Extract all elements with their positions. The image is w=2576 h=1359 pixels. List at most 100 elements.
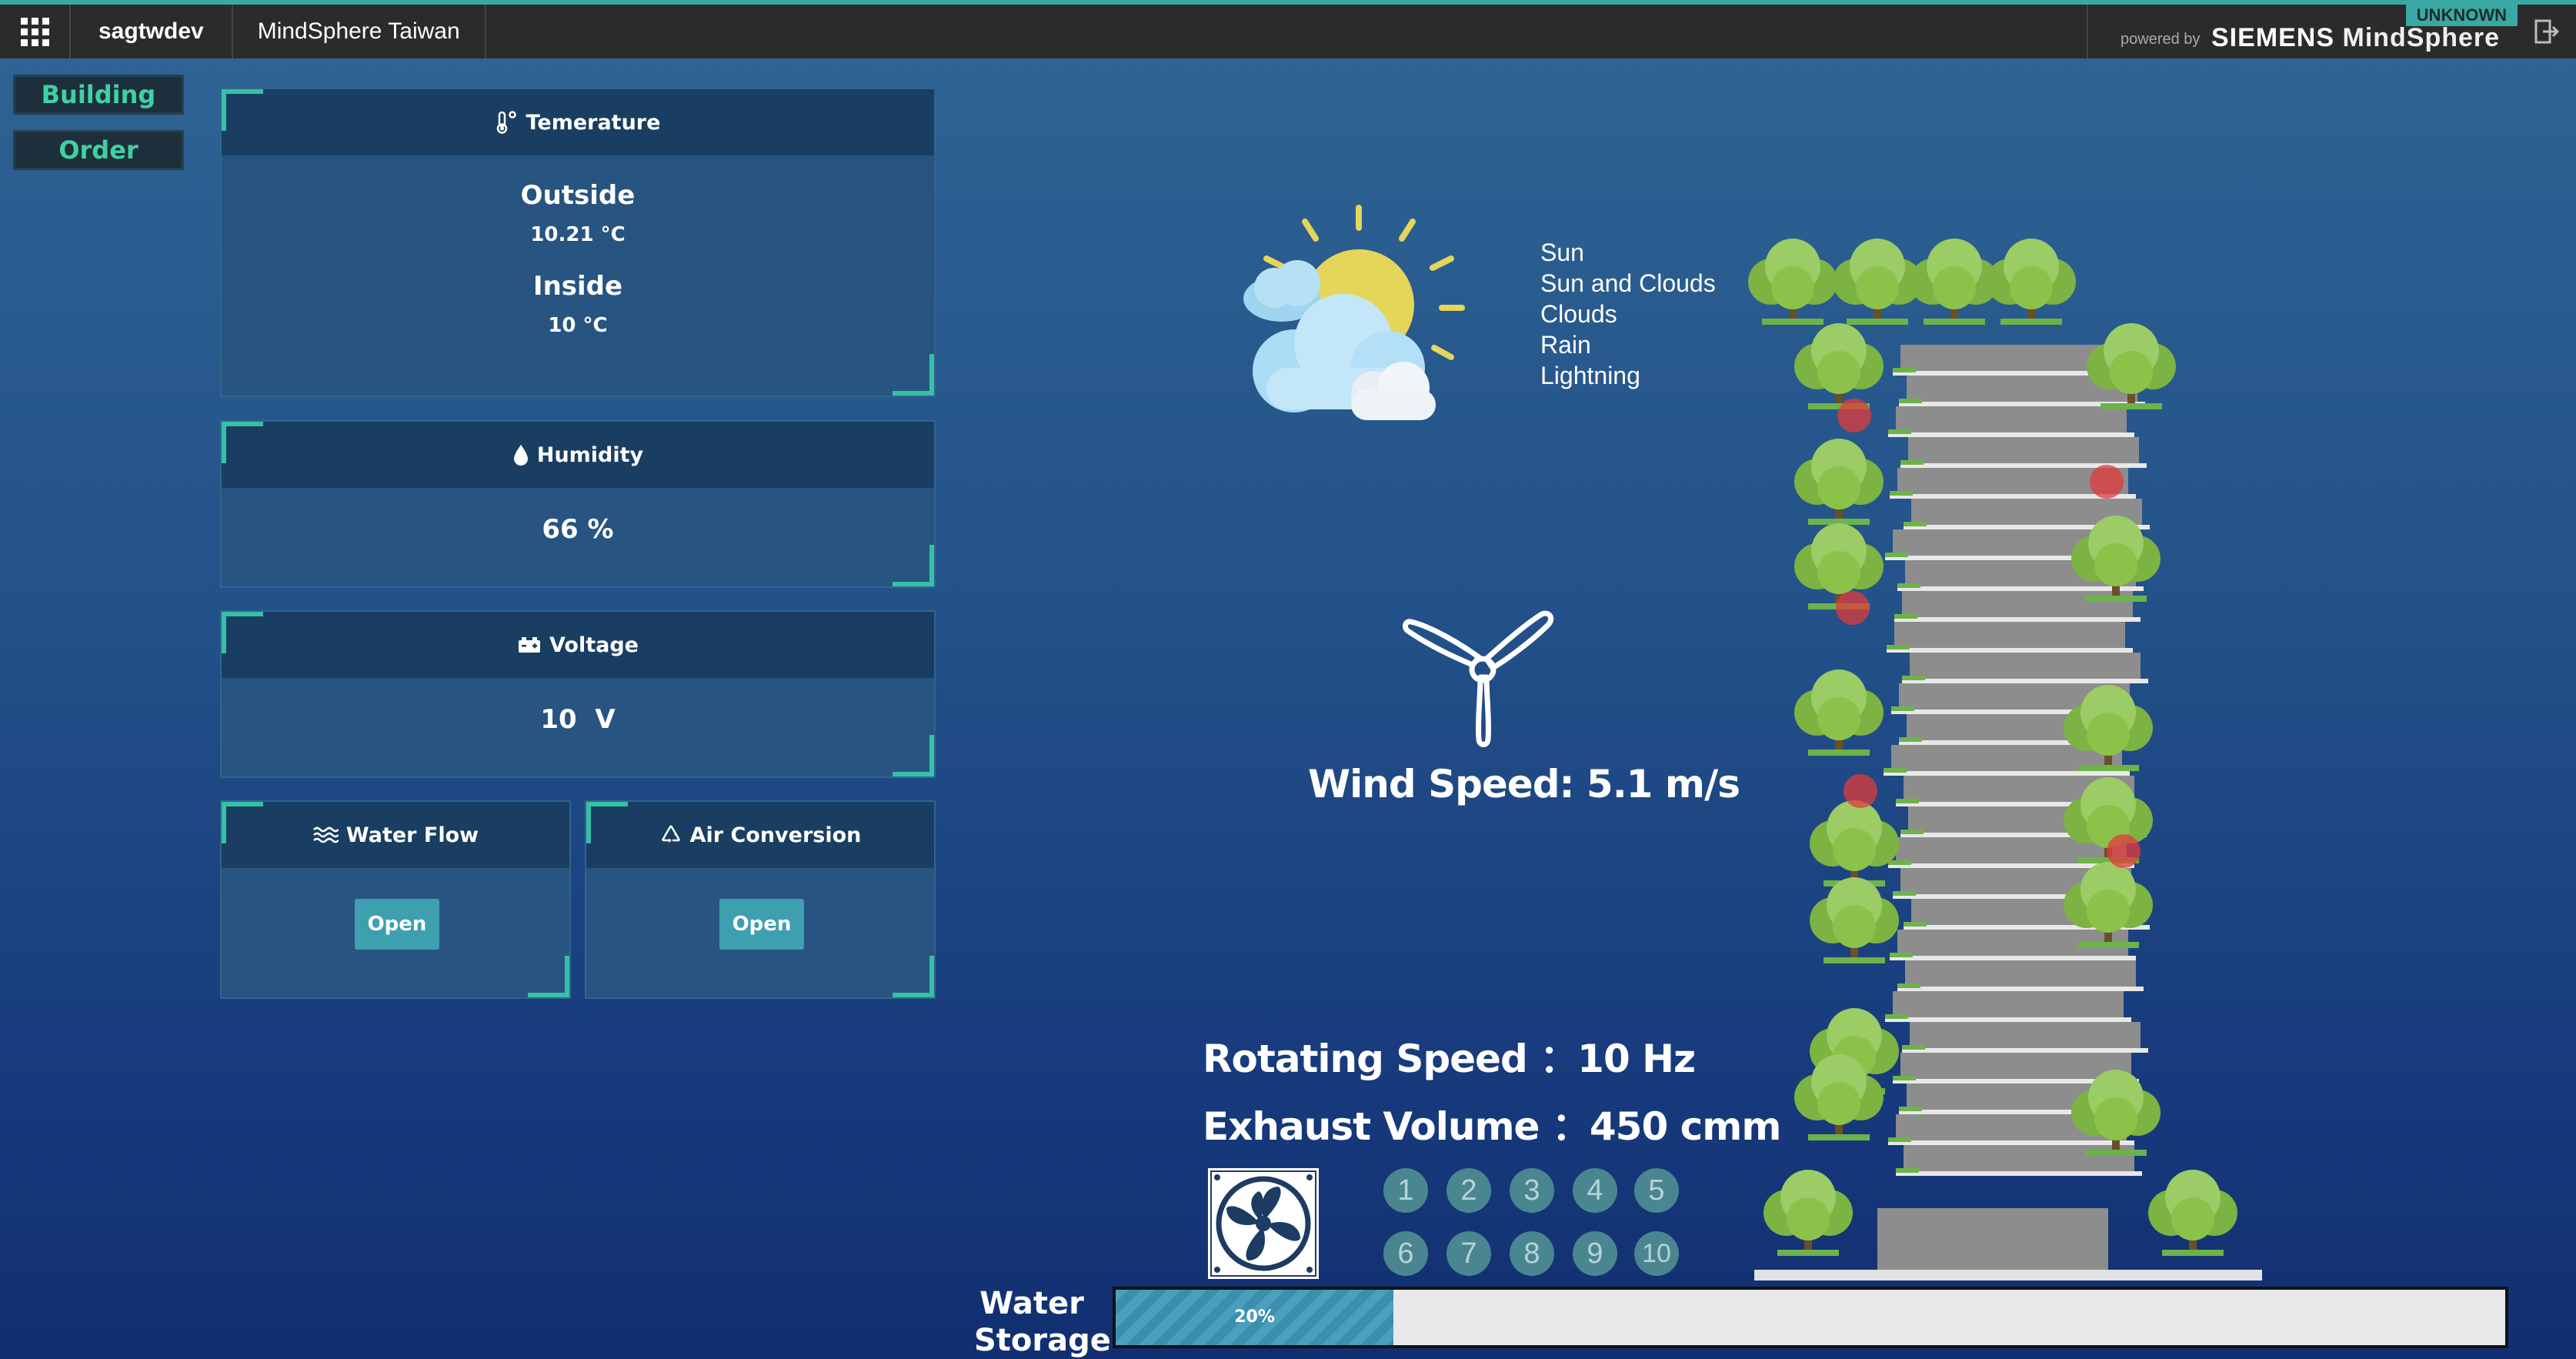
tree-grass bbox=[1777, 1250, 1839, 1256]
building-floor bbox=[1900, 1053, 2131, 1079]
tree-grass bbox=[2085, 1150, 2147, 1156]
tree-foliage bbox=[1817, 697, 1860, 740]
building-floor-grass bbox=[1904, 922, 1927, 927]
water-flow-open-button[interactable]: Open bbox=[355, 899, 439, 950]
voltage-card: Voltage 10 V bbox=[220, 610, 936, 778]
building-floor-grass bbox=[1896, 799, 1919, 803]
card-corner-decoration bbox=[893, 545, 934, 586]
thermometer-icon bbox=[496, 111, 516, 134]
building-floor-grass bbox=[1890, 953, 1913, 957]
brand-product: MindSphere bbox=[2342, 23, 2501, 52]
fan-level-2-button[interactable]: 2 bbox=[1446, 1168, 1491, 1213]
weather-option-clouds[interactable]: Clouds bbox=[1540, 299, 1716, 329]
weather-option-sun-and-clouds[interactable]: Sun and Clouds bbox=[1540, 268, 1716, 299]
humidity-value: 66 % bbox=[542, 514, 614, 545]
app-name[interactable]: MindSphere Taiwan bbox=[233, 5, 486, 58]
tree-grass bbox=[2101, 403, 2162, 409]
water-storage-progress-bar: 20% bbox=[1113, 1287, 2508, 1348]
building-floor bbox=[1905, 960, 2136, 987]
tree-foliage bbox=[2094, 543, 2137, 586]
weather-options-list: Sun Sun and Clouds Clouds Rain Lightning bbox=[1540, 237, 1716, 391]
tree-grass bbox=[2162, 1250, 2224, 1256]
tree-grass bbox=[2000, 319, 2062, 325]
fan-level-4-button[interactable]: 4 bbox=[1573, 1168, 1617, 1213]
fan-level-5-button[interactable]: 5 bbox=[1634, 1168, 1679, 1213]
tree-foliage bbox=[2171, 1197, 2214, 1240]
building-floor-grass bbox=[1899, 1107, 1922, 1111]
building-floor-grass bbox=[1894, 614, 1917, 619]
building-floor-grass bbox=[1885, 553, 1908, 557]
water-flow-title: Water Flow bbox=[345, 823, 479, 847]
building-floor-grass bbox=[1902, 1045, 1925, 1050]
tree-foliage bbox=[1933, 266, 1976, 309]
card-corner-decoration bbox=[893, 735, 934, 776]
tree-foliage bbox=[1817, 466, 1860, 509]
air-conversion-card: Air Conversion Open bbox=[585, 800, 936, 999]
building-floor-grass bbox=[1888, 860, 1911, 865]
tree-foliage bbox=[1833, 828, 1876, 871]
weather-option-lightning[interactable]: Lightning bbox=[1540, 360, 1716, 391]
fan-level-6-button[interactable]: 6 bbox=[1383, 1231, 1428, 1276]
air-conversion-open-button[interactable]: Open bbox=[719, 899, 804, 950]
building-floor-grass bbox=[1891, 706, 1914, 711]
water-storage-progress-fill: 20% bbox=[1116, 1290, 1394, 1345]
building-floor-slab bbox=[1888, 1140, 2134, 1145]
building-floor-grass bbox=[1897, 583, 1920, 588]
brand-area: UNKNOWN powered by SIEMENS MindSphere bbox=[2087, 5, 2518, 58]
building-floor-grass bbox=[1900, 830, 1924, 834]
exhaust-fan-icon bbox=[1208, 1168, 1319, 1279]
wind-turbine-icon bbox=[1403, 610, 1554, 747]
building-floor bbox=[1910, 653, 2141, 679]
rotating-speed-label: Rotating Speed ：10 Hz bbox=[1203, 1037, 1696, 1081]
fan-level-1-button[interactable]: 1 bbox=[1383, 1168, 1428, 1213]
building-floor bbox=[1904, 1145, 2134, 1171]
building-floor-slab bbox=[1887, 648, 2133, 653]
building-floor bbox=[1893, 991, 2124, 1017]
building-floor-grass bbox=[1888, 429, 1911, 434]
tenant-name[interactable]: sagtwdev bbox=[71, 5, 233, 58]
fan-level-10-button[interactable]: 10 bbox=[1634, 1231, 1679, 1276]
card-corner-decoration bbox=[528, 956, 569, 997]
building-floor-grass bbox=[1893, 1076, 1916, 1080]
building-floor-grass bbox=[1885, 1014, 1908, 1019]
logout-button[interactable] bbox=[2518, 5, 2576, 58]
card-corner-decoration bbox=[222, 802, 263, 843]
tree-foliage bbox=[1817, 551, 1860, 594]
fan-level-8-button[interactable]: 8 bbox=[1510, 1231, 1554, 1276]
nav-order-button[interactable]: Order bbox=[13, 130, 184, 170]
water-flow-card-header: Water Flow bbox=[222, 802, 569, 868]
building-ground bbox=[1754, 1270, 2262, 1281]
top-bar: sagtwdev MindSphere Taiwan UNKNOWN power… bbox=[0, 0, 2576, 58]
tree-grass bbox=[1762, 319, 1824, 325]
tree-grass bbox=[2085, 596, 2147, 602]
fan-level-7-button[interactable]: 7 bbox=[1446, 1231, 1491, 1276]
water-storage-label-line1: Water bbox=[979, 1286, 1084, 1321]
tree-foliage bbox=[1817, 351, 1860, 394]
app-launcher-button[interactable] bbox=[0, 5, 71, 58]
tree-foliage bbox=[2010, 266, 2053, 309]
tree-foliage bbox=[2087, 713, 2130, 756]
building-floor-slab bbox=[1897, 586, 2144, 591]
water-drop-icon bbox=[513, 445, 528, 466]
air-conversion-title: Air Conversion bbox=[689, 823, 862, 847]
humidity-title: Humidity bbox=[536, 442, 644, 467]
building-floor-slab bbox=[1896, 1171, 2142, 1176]
water-storage-label: Water Storage bbox=[974, 1285, 1111, 1359]
sun-and-clouds-icon[interactable] bbox=[1220, 197, 1474, 436]
temperature-card-header: Temerature bbox=[222, 89, 934, 155]
weather-option-sun[interactable]: Sun bbox=[1540, 237, 1716, 268]
nav-building-button[interactable]: Building bbox=[13, 75, 184, 115]
building-floor-slab bbox=[1884, 771, 2130, 776]
weather-option-rain[interactable]: Rain bbox=[1540, 329, 1716, 360]
fan-level-3-button[interactable]: 3 bbox=[1510, 1168, 1554, 1213]
tree-foliage bbox=[1856, 266, 1899, 309]
voltage-value: 10 V bbox=[540, 704, 616, 735]
exhaust-volume-label: Exhaust Volume ：450 cmm bbox=[1203, 1104, 1781, 1149]
fan-level-9-button[interactable]: 9 bbox=[1573, 1231, 1617, 1276]
tree-foliage bbox=[2094, 1097, 2137, 1140]
building-floor-grass bbox=[1893, 891, 1916, 896]
tree-grass bbox=[2077, 942, 2139, 948]
building-floor-grass bbox=[1893, 368, 1916, 372]
building-floor-grass bbox=[1899, 737, 1922, 742]
voltage-card-header: Voltage bbox=[222, 612, 934, 678]
